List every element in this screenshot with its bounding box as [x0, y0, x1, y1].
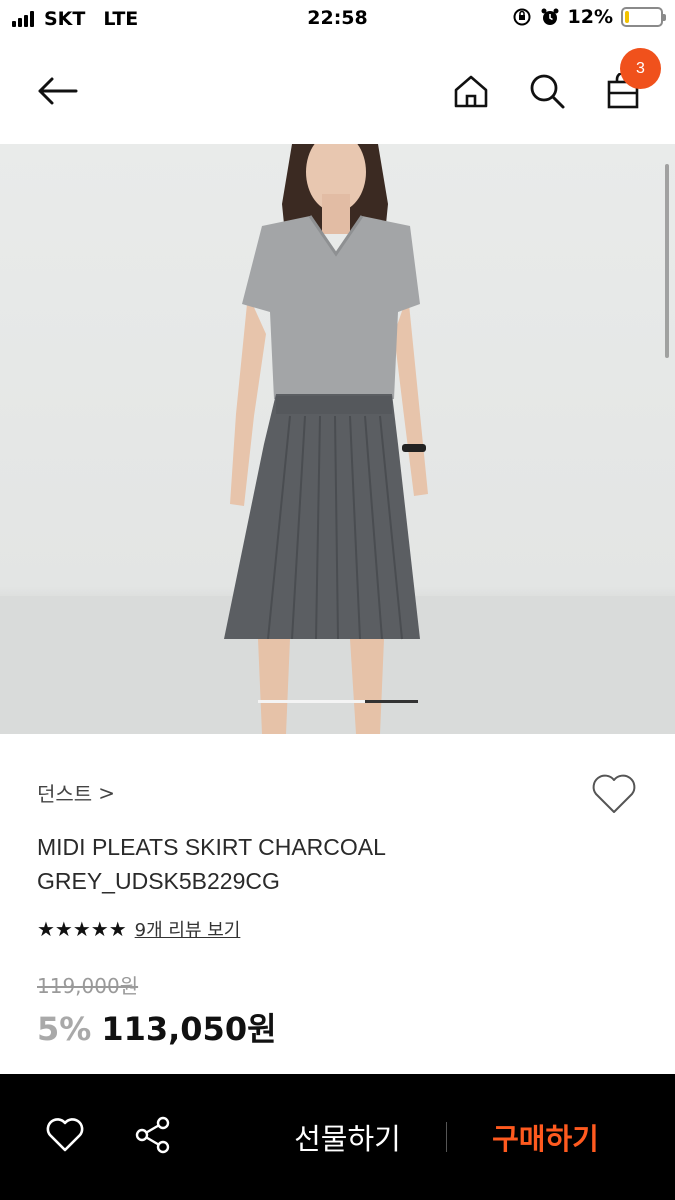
- star-rating-icon: ★★★★★: [37, 917, 127, 941]
- rotation-lock-icon: [513, 8, 531, 26]
- heart-outline-icon: [46, 1118, 84, 1152]
- divider: [446, 1122, 447, 1152]
- search-icon: [530, 74, 565, 109]
- brand-link[interactable]: 던스트 >: [37, 778, 115, 807]
- share-button[interactable]: [128, 1110, 178, 1160]
- image-scrollbar[interactable]: [665, 164, 669, 358]
- bottom-action-bar: 선물하기 구매하기: [0, 1074, 675, 1200]
- gallery-progress-fill: [365, 700, 418, 703]
- price-row: 5% 113,050원: [37, 1004, 277, 1050]
- product-name-line1: MIDI PLEATS SKIRT CHARCOAL: [37, 834, 386, 860]
- home-button[interactable]: [448, 68, 494, 114]
- like-button[interactable]: [40, 1110, 90, 1160]
- cart-count-badge[interactable]: 3: [620, 48, 661, 89]
- battery-fill: [625, 11, 630, 23]
- product-name-line2: GREY_UDSK5B229CG: [37, 868, 280, 894]
- back-button[interactable]: [34, 68, 80, 114]
- home-icon: [454, 75, 488, 108]
- product-image[interactable]: [0, 144, 675, 734]
- sale-price: 113,050원: [101, 1010, 277, 1048]
- chevron-right-icon: >: [98, 780, 115, 805]
- wishlist-button[interactable]: [590, 770, 638, 818]
- rating-row: ★★★★★ 9개 리뷰 보기: [37, 916, 240, 942]
- heart-outline-icon: [592, 774, 636, 813]
- original-price: 119,000원: [37, 974, 139, 998]
- product-name: MIDI PLEATS SKIRT CHARCOAL GREY_UDSK5B22…: [37, 830, 637, 898]
- status-bar: SKT LTE 22:58 12%: [0, 0, 675, 38]
- product-photo: [0, 144, 675, 734]
- header: 3: [0, 38, 675, 144]
- status-right: 12%: [512, 6, 666, 28]
- review-link[interactable]: 9개 리뷰 보기: [135, 916, 241, 942]
- battery-percent: 12%: [567, 6, 613, 28]
- buy-button[interactable]: 구매하기: [468, 1114, 623, 1160]
- share-icon: [135, 1116, 170, 1154]
- discount-rate: 5%: [37, 1010, 92, 1048]
- battery-icon: [621, 7, 666, 27]
- alarm-icon: [541, 8, 559, 25]
- brand-name: 던스트: [37, 782, 93, 806]
- gift-button[interactable]: 선물하기: [270, 1114, 425, 1160]
- gallery-progress: [258, 700, 418, 703]
- arrow-left-icon: [38, 77, 78, 105]
- search-button[interactable]: [524, 68, 570, 114]
